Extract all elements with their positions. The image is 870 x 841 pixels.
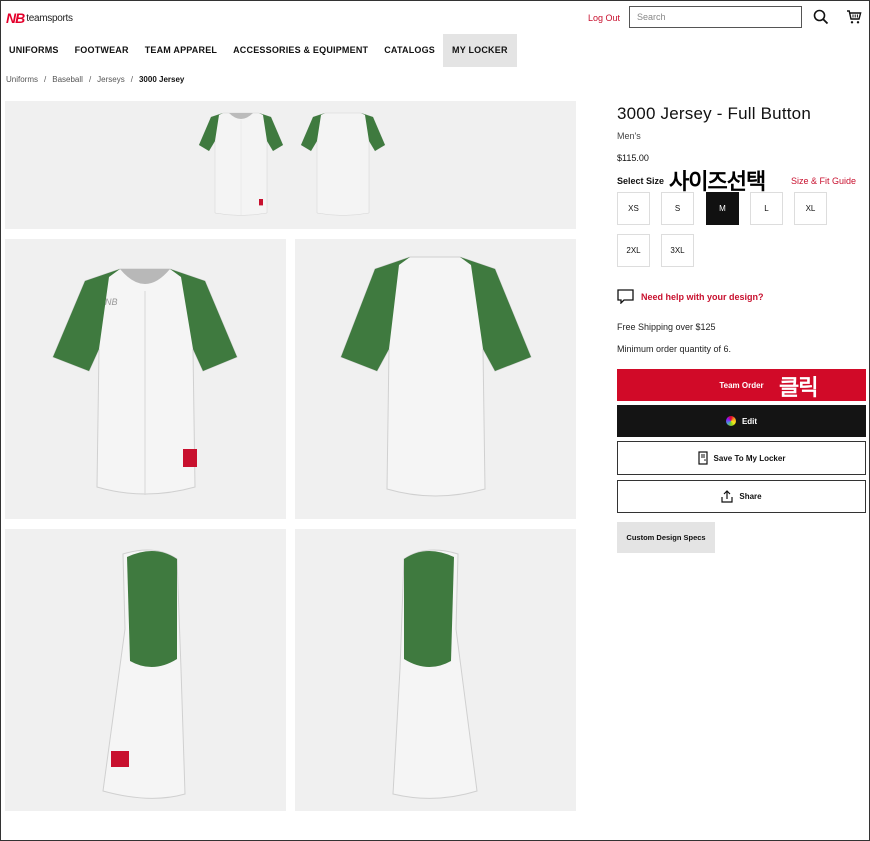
- nav-footwear[interactable]: FOOTWEAR: [67, 34, 137, 67]
- save-to-locker-button[interactable]: Save To My Locker: [617, 441, 866, 475]
- share-label: Share: [739, 492, 762, 501]
- edit-button[interactable]: Edit: [617, 405, 866, 437]
- logo-text: teamsports: [26, 12, 73, 24]
- size-fit-guide-link[interactable]: Size & Fit Guide: [791, 176, 856, 186]
- min-order-text: Minimum order quantity of 6.: [617, 344, 732, 354]
- product-title: 3000 Jersey - Full Button: [617, 104, 811, 123]
- search-input[interactable]: [629, 6, 802, 28]
- size-option-l[interactable]: L: [750, 192, 783, 225]
- product-image-thumbnail-pair[interactable]: [5, 101, 576, 229]
- logout-link[interactable]: Log Out: [588, 13, 620, 23]
- design-help-link[interactable]: Need help with your design?: [617, 289, 764, 304]
- nb-hem-tag-icon: [183, 449, 197, 467]
- nb-chest-logo-icon: NB: [105, 297, 118, 307]
- nav-accessories-equipment[interactable]: ACCESSORIES & EQUIPMENT: [225, 34, 376, 67]
- locker-icon: [697, 451, 708, 465]
- chat-bubble-icon: [617, 289, 634, 304]
- share-icon: [721, 490, 733, 503]
- product-image-side-left[interactable]: [5, 529, 286, 811]
- size-option-xs[interactable]: XS: [617, 192, 650, 225]
- breadcrumb-separator: /: [130, 75, 133, 84]
- nb-hem-tag-icon: [111, 751, 129, 767]
- select-size-label: Select Size: [617, 176, 665, 186]
- size-option-xl[interactable]: XL: [794, 192, 827, 225]
- annotation-click: 클릭: [779, 375, 818, 400]
- size-option-m[interactable]: M: [706, 192, 739, 225]
- cart-icon[interactable]: [845, 8, 863, 26]
- search-icon[interactable]: [812, 8, 830, 26]
- product-image-front[interactable]: NB: [5, 239, 286, 519]
- jersey-back-small: [300, 112, 386, 216]
- free-shipping-text: Free Shipping over $125: [617, 322, 716, 332]
- design-help-label: Need help with your design?: [641, 291, 764, 302]
- custom-design-specs-button[interactable]: Custom Design Specs: [617, 522, 715, 553]
- breadcrumb: Uniforms / Baseball / Jerseys / 3000 Jer…: [6, 75, 184, 84]
- breadcrumb-baseball[interactable]: Baseball: [52, 75, 83, 84]
- nav-my-locker[interactable]: MY LOCKER: [443, 34, 517, 67]
- breadcrumb-jerseys[interactable]: Jerseys: [97, 75, 125, 84]
- nav-uniforms[interactable]: UNIFORMS: [1, 34, 67, 67]
- size-option-s[interactable]: S: [661, 192, 694, 225]
- edit-label: Edit: [741, 416, 758, 426]
- size-option-2xl[interactable]: 2XL: [617, 234, 650, 267]
- product-category: Men's: [617, 131, 641, 141]
- breadcrumb-separator: /: [44, 75, 47, 84]
- team-order-button[interactable]: Team Order: [617, 369, 866, 401]
- share-button[interactable]: Share: [617, 480, 866, 513]
- product-price: $115.00: [617, 153, 649, 163]
- nb-logo-icon: NB: [6, 10, 25, 26]
- size-option-3xl[interactable]: 3XL: [661, 234, 694, 267]
- product-image-back[interactable]: [295, 239, 576, 519]
- nav-catalogs[interactable]: CATALOGS: [376, 34, 443, 67]
- jersey-front-small: [198, 112, 284, 216]
- main-nav: UNIFORMS FOOTWEAR TEAM APPAREL ACCESSORI…: [1, 34, 517, 67]
- save-label: Save To My Locker: [713, 453, 786, 463]
- brand-logo[interactable]: NB teamsports: [6, 10, 73, 26]
- color-wheel-icon: [725, 416, 736, 426]
- product-image-side-right[interactable]: [295, 529, 576, 811]
- team-order-label: Team Order: [719, 380, 764, 390]
- nav-team-apparel[interactable]: TEAM APPAREL: [137, 34, 225, 67]
- breadcrumb-current: 3000 Jersey: [138, 75, 185, 84]
- breadcrumb-uniforms[interactable]: Uniforms: [6, 75, 38, 84]
- breadcrumb-separator: /: [88, 75, 92, 84]
